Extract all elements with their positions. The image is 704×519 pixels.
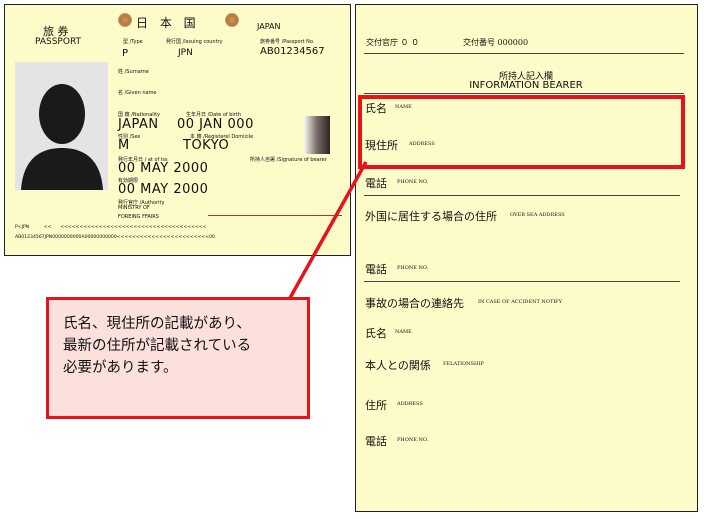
callout-line-3: 必要があります。 [63,360,178,376]
callout-pointer [288,161,368,299]
highlight-box [358,95,685,169]
callout-line-2: 最新の住所が記載されている [63,338,252,354]
callout-text: 氏名、現住所の記載があり、 最新の住所が記載されている 必要があります。 [63,313,251,379]
callout-box: 氏名、現住所の記載があり、 最新の住所が記載されている 必要があります。 [46,297,310,419]
callout-line-1: 氏名、現住所の記載があり、 [63,316,251,332]
